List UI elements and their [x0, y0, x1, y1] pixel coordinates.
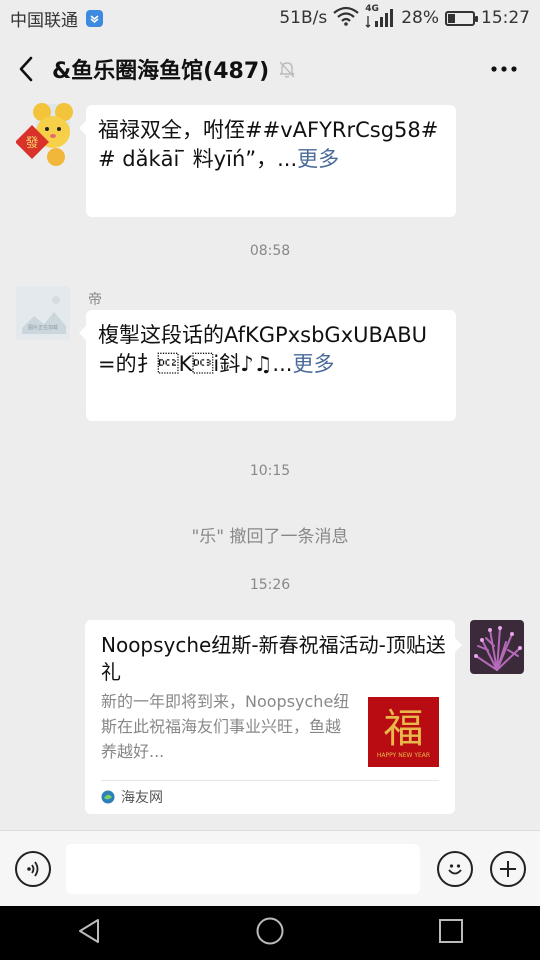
back-button[interactable] — [0, 36, 52, 102]
thumbnail-fu-character: 福 — [383, 705, 424, 752]
thumbnail-caption: HAPPY NEW YEAR — [376, 751, 431, 759]
message-bubble[interactable]: 椱掣这段话的AfKGPxsbGxUBABU=的扌Ki鈄♪♫...更多 — [79, 310, 456, 421]
notification-app-icon — [86, 9, 103, 27]
wifi-icon — [333, 6, 359, 31]
source-name: 海友网 — [121, 790, 163, 806]
chat-title: &鱼乐圈海鱼馆(487) — [52, 59, 270, 84]
system-navigation-bar — [0, 906, 540, 960]
link-card-title: Noopsyche纽斯-新春祝福活动-顶贴送礼 — [101, 633, 446, 684]
circle-home-icon — [256, 917, 284, 945]
nav-recents-button[interactable] — [438, 918, 464, 948]
mute-bell-icon — [277, 59, 297, 79]
message-body: 福禄双全，咐侄##vAFYRrCsg58## dǎkāi ̄ 料yīń”，... — [98, 118, 439, 171]
svg-text:發: 發 — [25, 136, 38, 151]
net-speed: 51B/s — [279, 8, 328, 28]
link-card-thumbnail: 福 HAPPY NEW YEAR — [368, 697, 439, 767]
timestamp: 10:15 — [249, 463, 291, 479]
expand-more-link[interactable]: 更多 — [292, 352, 334, 376]
source-logo-icon — [101, 790, 115, 804]
more-options-button[interactable] — [486, 56, 522, 82]
divider — [101, 780, 439, 781]
sender-name: 帝 — [88, 292, 102, 308]
link-source: 海友网 — [101, 787, 163, 807]
clock: 15:27 — [481, 8, 530, 28]
more-dots-icon — [491, 66, 517, 72]
message-bubble[interactable]: 福禄双全，咐侄##vAFYRrCsg58## dǎkāi ̄ 料yīń”，...… — [79, 105, 456, 217]
triangle-back-icon — [79, 919, 100, 943]
avatar-caption: 图片正在加载 — [27, 325, 58, 331]
timestamp: 08:58 — [249, 243, 291, 259]
more-functions-button[interactable] — [490, 851, 526, 887]
battery-fill — [448, 13, 456, 23]
chat-header: &鱼乐圈海鱼馆(487) — [0, 36, 540, 102]
recall-notice: "乐" 撤回了一条消息 — [191, 527, 349, 547]
voice-icon — [27, 861, 39, 877]
emoji-button[interactable] — [437, 851, 473, 887]
emoji-face-icon — [448, 864, 462, 875]
square-recents-icon — [438, 919, 463, 943]
message-text: 福禄双全，咐侄##vAFYRrCsg58## dǎkāi ̄ 料yīń”，...… — [98, 116, 444, 174]
carrier-name: 中国联通 — [10, 10, 78, 31]
my-avatar[interactable] — [470, 620, 524, 674]
mouse-mascot-avatar-icon: 發 — [15, 103, 73, 166]
shared-link-card[interactable]: Noopsyche纽斯-新春祝福活动-顶贴送礼 新的一年即将到来，Noopsyc… — [85, 620, 462, 814]
expand-more-link[interactable]: 更多 — [297, 147, 339, 171]
status-bar: 中国联通 51B/s 4G 28% 15:27 — [0, 0, 540, 36]
message-text-input[interactable] — [66, 844, 420, 894]
plus-icon — [500, 861, 516, 877]
battery-icon — [445, 10, 478, 26]
image-placeholder-icon — [16, 286, 70, 340]
chevron-left-icon — [19, 56, 33, 82]
message-body: 椱掣这段话的AfKGPxsbGxUBABU=的扌Ki鈄♪♫... — [98, 323, 428, 376]
message-text: 椱掣这段话的AfKGPxsbGxUBABU=的扌Ki鈄♪♫...更多 — [98, 321, 444, 379]
sender-avatar[interactable]: 图片正在加载 — [16, 286, 70, 340]
link-card-description: 新的一年即将到来，Noopsyche纽斯在此祝福海友们事业兴旺，鱼越养越好... — [101, 692, 350, 761]
nav-back-button[interactable] — [76, 917, 102, 949]
signal-icon: 4G — [365, 4, 395, 29]
nav-home-button[interactable] — [255, 916, 285, 950]
coral-photo-avatar-icon — [470, 620, 524, 674]
timestamp: 15:26 — [249, 577, 291, 593]
message-input-bar — [0, 830, 540, 907]
voice-input-button[interactable] — [15, 851, 51, 887]
battery-percent: 28% — [401, 8, 439, 28]
sender-avatar[interactable]: 發 — [15, 102, 73, 168]
